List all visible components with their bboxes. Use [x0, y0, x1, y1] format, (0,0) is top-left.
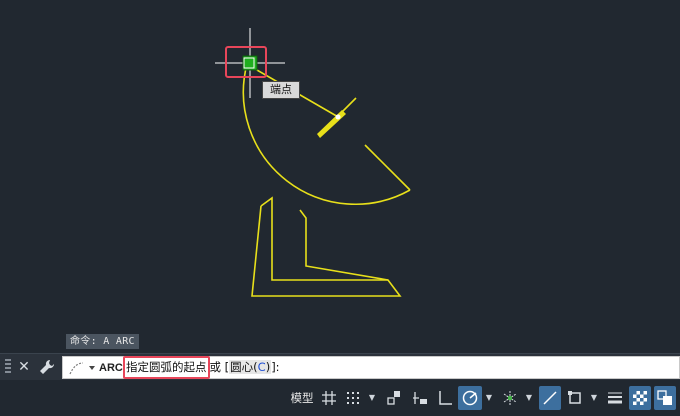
chevron-down-icon[interactable]: ▼ — [524, 386, 534, 410]
command-line-bar: ✕ ARC 指定圆弧的起点或 [圆心(C)]: — [0, 353, 680, 380]
command-name: ARC — [99, 362, 123, 374]
feed-horn — [317, 110, 346, 138]
drawing-svg — [215, 28, 411, 297]
grid-icon[interactable] — [318, 386, 340, 410]
object-snap-icon[interactable] — [564, 386, 586, 410]
option-key: C — [257, 360, 266, 374]
command-history: 命令: A ARC — [66, 334, 139, 349]
snap-grid-icon[interactable] — [342, 386, 364, 410]
chevron-down-icon[interactable]: ▼ — [367, 386, 377, 410]
feed-center-marker — [335, 114, 341, 120]
status-bar: 模型 ▼ ▼ ▼ ▼ — [0, 381, 680, 416]
chevron-down-icon[interactable]: ▼ — [484, 386, 494, 410]
prompt-highlight: 指定圆弧的起点 — [123, 356, 210, 379]
option-close: ) — [265, 360, 271, 374]
isometric-icon[interactable] — [499, 386, 521, 410]
drag-handle-icon[interactable] — [5, 359, 11, 375]
dish-rim-line-2 — [364, 144, 411, 191]
chevron-down-icon[interactable]: ▼ — [589, 386, 599, 410]
transparency-icon[interactable] — [629, 386, 651, 410]
snap-tooltip: 端点 — [262, 81, 300, 99]
option-center[interactable]: 圆心(C) — [229, 360, 272, 374]
model-space-button[interactable]: 模型 — [288, 386, 316, 410]
dish-stand — [251, 196, 402, 297]
ortho-icon[interactable] — [434, 386, 456, 410]
drawing-canvas[interactable]: 端点 — [0, 0, 680, 356]
option-label: 圆心( — [230, 360, 258, 374]
prompt-or: 或 [ — [209, 360, 230, 374]
dynamic-input-icon[interactable] — [409, 386, 431, 410]
infer-constraints-icon[interactable] — [383, 386, 405, 410]
close-icon[interactable]: ✕ — [14, 357, 34, 377]
customize-wrench-icon[interactable] — [37, 357, 57, 377]
object-snap-tracking-icon[interactable] — [539, 386, 561, 410]
dish-stand-inner — [299, 209, 389, 281]
command-prompt: 指定圆弧的起点或 [圆心(C)]: — [123, 356, 280, 379]
command-input[interactable]: ARC 指定圆弧的起点或 [圆心(C)]: — [62, 356, 680, 379]
recent-commands-icon[interactable] — [67, 359, 97, 377]
lineweight-icon[interactable] — [604, 386, 626, 410]
polar-tracking-icon[interactable] — [458, 386, 482, 410]
prompt-end: ]: — [271, 360, 280, 374]
selection-cycling-icon[interactable] — [654, 386, 676, 410]
